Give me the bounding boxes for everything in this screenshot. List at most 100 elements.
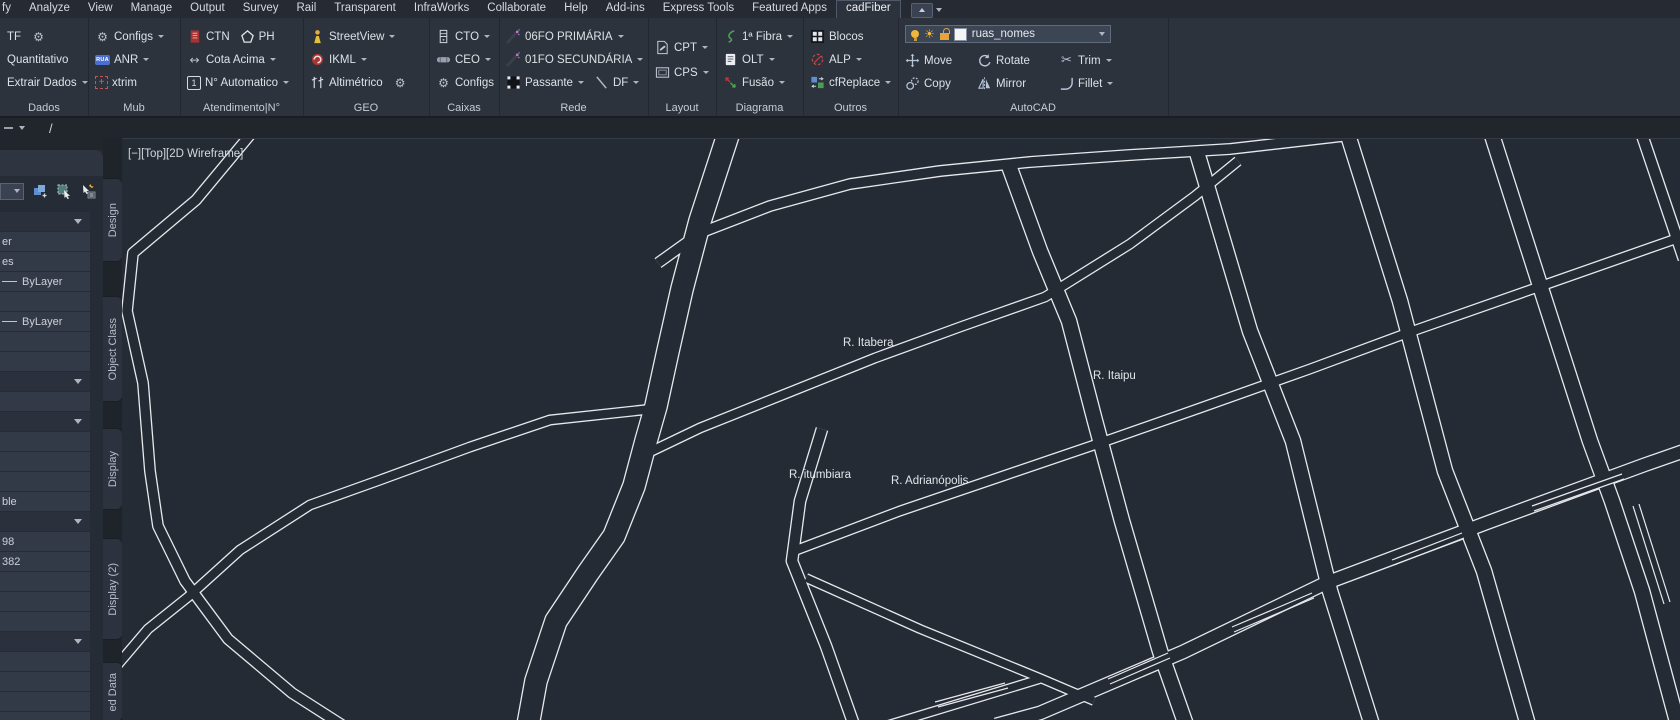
- ribbon-tab-help[interactable]: Help: [555, 0, 597, 18]
- ribbon-collapse-button[interactable]: [911, 2, 942, 18]
- viewport-visual-style-control[interactable]: [2D Wireframe]: [166, 148, 243, 160]
- viewport-menu-control[interactable]: [−]: [128, 148, 141, 160]
- alp-button[interactable]: ALP: [810, 52, 862, 67]
- ribbon-tab-express-tools[interactable]: Express Tools: [654, 0, 743, 18]
- ribbon-tab-featured-apps[interactable]: Featured Apps: [743, 0, 836, 18]
- olt-button[interactable]: OLT: [723, 52, 775, 67]
- toggle-pickadd-icon[interactable]: [31, 183, 48, 200]
- palette-tab-design[interactable]: Design: [103, 178, 123, 262]
- move-button[interactable]: Move: [905, 53, 967, 68]
- fo06-primaria-button[interactable]: 06FO PRIMÁRIA: [506, 29, 624, 44]
- palette-value-row[interactable]: er: [0, 232, 90, 251]
- trim-button[interactable]: ✂Trim: [1059, 53, 1112, 68]
- palette-value-row[interactable]: 98: [0, 532, 90, 551]
- anr-button[interactable]: RUAANR: [95, 54, 149, 66]
- cto-button[interactable]: CTO: [436, 29, 490, 44]
- palette-section-row[interactable]: [0, 412, 90, 431]
- layer-freeze-sun-icon[interactable]: ☀: [924, 28, 935, 40]
- copy-button[interactable]: Copy: [905, 76, 967, 91]
- palette-value-row[interactable]: ble: [0, 492, 90, 511]
- layer-color-swatch[interactable]: [954, 28, 967, 41]
- palette-tab-display[interactable]: Display: [103, 428, 123, 510]
- palette-value-row[interactable]: ByLayer: [0, 272, 90, 291]
- palette-value-row[interactable]: [0, 472, 90, 491]
- palette-section-row[interactable]: [0, 212, 90, 231]
- cfreplace-button[interactable]: cfReplace: [810, 75, 891, 90]
- palette-value-row[interactable]: [0, 292, 90, 311]
- quantitativo-button[interactable]: Quantitativo: [7, 54, 68, 66]
- extrair-dados-button[interactable]: Extrair Dados: [7, 77, 88, 89]
- palette-tab-ed-data[interactable]: ed Data: [103, 662, 123, 720]
- ribbon-tab-analyze[interactable]: Analyze: [20, 0, 79, 18]
- ikml-button[interactable]: IKML: [310, 52, 367, 67]
- palette-value-row[interactable]: [0, 692, 90, 711]
- line-tool-icon[interactable]: /: [49, 121, 53, 136]
- viewport-view-control[interactable]: [Top]: [141, 148, 166, 160]
- palette-value-row[interactable]: [0, 652, 90, 671]
- cpt-button[interactable]: CPT: [655, 40, 708, 55]
- palette-value-row[interactable]: es: [0, 252, 90, 271]
- xtrim-button[interactable]: +xtrim: [95, 76, 137, 89]
- palette-value-row[interactable]: 382: [0, 552, 90, 571]
- selection-dropdown[interactable]: [0, 183, 24, 200]
- mirror-button[interactable]: Mirror: [977, 76, 1049, 91]
- palette-value-row[interactable]: [0, 352, 90, 371]
- df-button[interactable]: DF: [594, 75, 639, 90]
- palette-value-row[interactable]: [0, 432, 90, 451]
- ceo-button[interactable]: CEO: [436, 52, 491, 67]
- palette-value-row[interactable]: [0, 452, 90, 471]
- ph-button[interactable]: PH: [240, 29, 275, 44]
- ribbon-tab-manage[interactable]: Manage: [122, 0, 182, 18]
- toolbar-flyout-arrow[interactable]: [19, 126, 25, 130]
- palette-value-row[interactable]: [0, 612, 90, 631]
- palette-value-row[interactable]: [0, 572, 90, 591]
- select-objects-icon[interactable]: [55, 183, 72, 200]
- blocos-button[interactable]: Blocos: [810, 29, 864, 44]
- palette-section-row[interactable]: [0, 632, 90, 651]
- layer-unlock-icon[interactable]: [940, 33, 949, 40]
- cota-acima-button[interactable]: ↔Cota Acima: [187, 52, 276, 67]
- palette-value-row[interactable]: [0, 332, 90, 351]
- palette-value-row[interactable]: ByLayer: [0, 312, 90, 331]
- passante-button[interactable]: Passante: [506, 75, 584, 90]
- layer-dropdown[interactable]: ☀ ruas_nomes: [905, 25, 1111, 43]
- quick-select-icon[interactable]: [79, 183, 96, 200]
- ribbon-tab-rail[interactable]: Rail: [287, 0, 325, 18]
- primeira-fibra-button[interactable]: 1ª Fibra: [723, 29, 793, 44]
- tf-button[interactable]: TF: [7, 31, 21, 43]
- configs-caixas-button[interactable]: ⚙Configs: [436, 75, 494, 90]
- ribbon-tab-output[interactable]: Output: [181, 0, 234, 18]
- configs-mub-button[interactable]: ⚙Configs: [95, 29, 164, 44]
- fillet-button[interactable]: Fillet: [1059, 76, 1113, 91]
- ribbon-tab-transparent[interactable]: Transparent: [325, 0, 405, 18]
- gears-icon[interactable]: ⚙: [393, 75, 408, 90]
- ribbon-tab-infraworks[interactable]: InfraWorks: [405, 0, 478, 18]
- rotate-button[interactable]: Rotate: [977, 53, 1049, 68]
- ribbon-tab-survey[interactable]: Survey: [234, 0, 288, 18]
- fusao-button[interactable]: Fusão: [723, 75, 785, 90]
- palette-section-row[interactable]: [0, 372, 90, 391]
- altimetrico-button[interactable]: Altimétrico: [310, 75, 383, 90]
- gears-icon[interactable]: ⚙: [31, 29, 46, 44]
- palette-value-row[interactable]: [0, 672, 90, 691]
- layer-on-bulb-icon[interactable]: [911, 30, 919, 38]
- drawing-viewport[interactable]: [−] [Top] [2D Wireframe] R. ItaberaR. It…: [122, 138, 1680, 720]
- palette-value-row[interactable]: [0, 392, 90, 411]
- ribbon-tab-add-ins[interactable]: Add-ins: [597, 0, 654, 18]
- ribbon-tab-cadfiber[interactable]: cadFiber: [836, 0, 901, 18]
- palette-value-row[interactable]: [0, 712, 90, 720]
- ribbon-tab-view[interactable]: View: [79, 0, 122, 18]
- ctn-button[interactable]: CTN: [187, 29, 230, 44]
- ribbon-tab-fy[interactable]: fy: [0, 0, 20, 18]
- ribbon-tab-collaborate[interactable]: Collaborate: [478, 0, 555, 18]
- palette-value-row[interactable]: [0, 592, 90, 611]
- layer-dropdown-arrow[interactable]: [1099, 32, 1105, 36]
- palette-tab-display-2-[interactable]: Display (2): [103, 538, 123, 640]
- streetview-button[interactable]: StreetView: [310, 29, 395, 44]
- fo01-secundaria-button[interactable]: 01FO SECUNDÁRIA: [506, 52, 643, 67]
- palette-header[interactable]: [0, 150, 103, 176]
- palette-tab-object-class[interactable]: Object Class: [103, 296, 123, 402]
- numero-automatico-button[interactable]: 1N° Automatico: [187, 76, 289, 90]
- cps-button[interactable]: CPS: [655, 65, 709, 80]
- palette-section-row[interactable]: [0, 512, 90, 531]
